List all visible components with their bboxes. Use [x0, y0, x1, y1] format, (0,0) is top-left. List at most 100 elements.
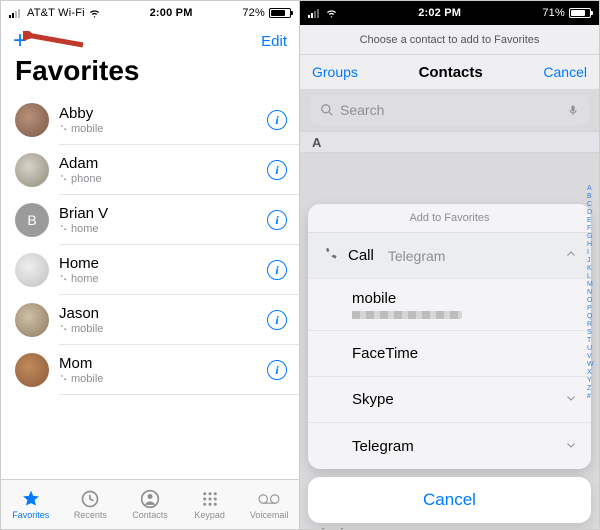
search-placeholder: Search [340, 102, 561, 118]
groups-button[interactable]: Groups [312, 64, 358, 80]
cancel-label: Cancel [423, 490, 476, 510]
phone-icon [59, 275, 67, 283]
tab-recents[interactable]: Recents [61, 480, 121, 529]
info-button[interactable]: i [267, 160, 287, 180]
mic-icon[interactable] [567, 102, 579, 118]
favorite-sub: phone [71, 173, 102, 185]
phone-icon [322, 248, 338, 264]
tab-favorites[interactable]: Favorites [1, 480, 61, 529]
tab-label: Keypad [194, 510, 225, 520]
phone-icon [59, 125, 67, 133]
battery-icon [269, 8, 291, 18]
option-label: Telegram [352, 438, 565, 455]
contact-picker-screen: 2:02 PM 71% Choose a contact to add to F… [300, 1, 599, 529]
favorite-sub: mobile [71, 373, 103, 385]
info-button[interactable]: i [267, 110, 287, 130]
favorite-row[interactable]: Mom mobile i [1, 345, 299, 395]
add-button[interactable]: + [13, 29, 27, 53]
search-field[interactable]: Search [310, 95, 589, 125]
carrier-label: AT&T Wi-Fi [27, 7, 85, 19]
action-sheet: Add to Favorites Call Telegram mobile Fa… [308, 204, 591, 523]
sheet-option-telegram[interactable]: Telegram [308, 423, 591, 469]
sheet-option-mobile[interactable]: mobile [308, 279, 591, 331]
avatar [15, 253, 49, 287]
chevron-up-icon [565, 247, 577, 264]
picker-nav: Groups Contacts Cancel [300, 55, 599, 89]
status-time: 2:02 PM [418, 7, 461, 19]
sheet-cancel-button[interactable]: Cancel [308, 477, 591, 523]
tab-bar: Favorites Recents Contacts Keypad Voicem… [1, 479, 299, 529]
tab-label: Favorites [12, 510, 49, 520]
clock-icon [79, 489, 101, 509]
picker-title: Contacts [419, 64, 483, 81]
favorite-name: Mom [59, 355, 267, 372]
statusbar: 2:02 PM 71% [300, 1, 599, 25]
option-label: FaceTime [352, 345, 418, 362]
wifi-icon [89, 8, 100, 19]
favorites-screen: AT&T Wi-Fi 2:00 PM 72% + Edit Favorites … [1, 1, 300, 529]
avatar [15, 353, 49, 387]
phone-icon [59, 225, 67, 233]
status-time: 2:00 PM [150, 7, 193, 19]
sheet-call-label: Call [348, 247, 374, 264]
edit-button[interactable]: Edit [261, 33, 287, 50]
tab-keypad[interactable]: Keypad [180, 480, 240, 529]
chevron-down-icon [565, 438, 577, 455]
sheet-option-skype[interactable]: Skype [308, 377, 591, 423]
sheet-title: Add to Favorites [308, 204, 591, 233]
sheet-row-call[interactable]: Call Telegram [308, 233, 591, 279]
favorite-sub: mobile [71, 323, 103, 335]
section-header: A [300, 131, 599, 153]
statusbar: AT&T Wi-Fi 2:00 PM 72% [1, 1, 299, 25]
signal-icon [9, 8, 23, 18]
phone-icon [59, 175, 67, 183]
favorite-row[interactable]: B Brian V home i [1, 195, 299, 245]
voicemail-icon [258, 489, 280, 509]
phone-icon [59, 375, 67, 383]
page-title: Favorites [1, 53, 299, 95]
keypad-icon [199, 489, 221, 509]
info-button[interactable]: i [267, 260, 287, 280]
avatar [15, 153, 49, 187]
search-icon [320, 103, 334, 117]
sheet-call-app: Telegram [388, 248, 446, 264]
star-icon [20, 489, 42, 509]
favorite-row[interactable]: Jason mobile i [1, 295, 299, 345]
favorite-row[interactable]: Abby mobile i [1, 95, 299, 145]
nav-bar: + Edit [1, 25, 299, 53]
picker-instruction: Choose a contact to add to Favorites [300, 25, 599, 55]
battery-icon [569, 8, 591, 18]
tab-label: Recents [74, 510, 107, 520]
cancel-button[interactable]: Cancel [543, 64, 587, 80]
battery-percent: 72% [242, 7, 265, 19]
favorites-list: Abby mobile i Adam phone i B Brian V hom… [1, 95, 299, 479]
favorite-sub: home [71, 273, 99, 285]
favorite-sub: mobile [71, 123, 103, 135]
favorite-name: Adam [59, 155, 267, 172]
favorite-name: Brian V [59, 205, 267, 222]
option-label: mobile [352, 290, 396, 307]
favorite-name: Home [59, 255, 267, 272]
index-rail[interactable]: ABCDEFGHIJKLMNOPQRSTUVWXYZ# [587, 185, 597, 400]
favorite-name: Jason [59, 305, 267, 322]
favorite-row[interactable]: Home home i [1, 245, 299, 295]
tab-label: Contacts [132, 510, 168, 520]
favorite-row[interactable]: Adam phone i [1, 145, 299, 195]
info-button[interactable]: i [267, 210, 287, 230]
favorite-name: Abby [59, 105, 267, 122]
avatar [15, 103, 49, 137]
avatar: B [15, 203, 49, 237]
tab-contacts[interactable]: Contacts [120, 480, 180, 529]
redacted-number [352, 311, 462, 319]
info-button[interactable]: i [267, 360, 287, 380]
tab-voicemail[interactable]: Voicemail [239, 480, 299, 529]
phone-icon [59, 325, 67, 333]
battery-percent: 71% [542, 7, 565, 19]
favorite-sub: home [71, 223, 99, 235]
info-button[interactable]: i [267, 310, 287, 330]
chevron-down-icon [565, 391, 577, 408]
option-label: Skype [352, 391, 565, 408]
wifi-icon [326, 8, 337, 19]
sheet-option-facetime[interactable]: FaceTime [308, 331, 591, 377]
signal-icon [308, 8, 322, 18]
